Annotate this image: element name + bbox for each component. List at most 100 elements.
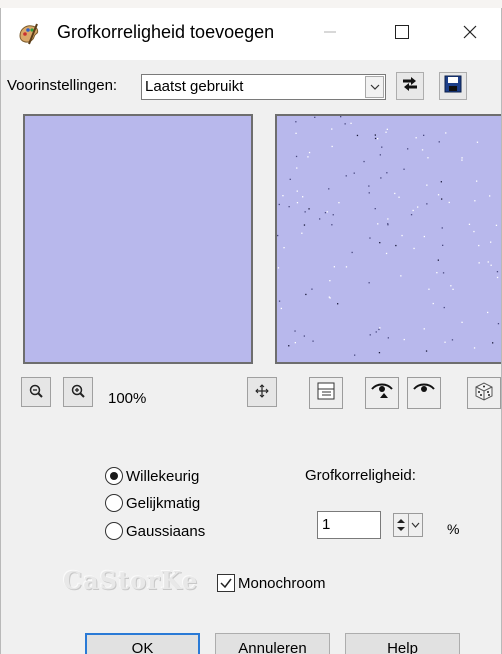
grain-speck xyxy=(432,302,434,305)
monochrome-label: Monochroom xyxy=(238,574,326,592)
grain-speck xyxy=(478,262,480,264)
grain-speck xyxy=(369,334,371,336)
pan-button[interactable] xyxy=(247,377,277,407)
grain-spinner[interactable] xyxy=(393,513,423,537)
grain-speck xyxy=(353,172,355,174)
grain-speck xyxy=(478,244,480,247)
reset-preset-button[interactable] xyxy=(396,72,424,100)
grain-speck xyxy=(307,156,309,158)
grain-speck xyxy=(451,339,454,341)
chevron-down-icon[interactable] xyxy=(365,76,384,98)
result-preview xyxy=(275,114,501,364)
grain-speck xyxy=(280,307,282,310)
grain-speck xyxy=(395,244,397,247)
grain-speck xyxy=(385,252,388,255)
grain-speck xyxy=(387,224,389,226)
background-strip xyxy=(0,0,502,8)
grain-speck xyxy=(288,206,290,208)
eye-arrow-icon xyxy=(370,381,394,406)
layout-icon xyxy=(316,381,336,406)
chevron-down-icon[interactable] xyxy=(409,514,422,536)
grain-input[interactable]: 1 xyxy=(317,511,381,539)
window-title: Grofkorreligheid toevoegen xyxy=(57,22,275,42)
radio-dot[interactable] xyxy=(105,494,123,512)
preview-on-image-button[interactable] xyxy=(365,377,399,409)
grain-speck xyxy=(295,132,297,134)
radio-dot-selected[interactable] xyxy=(105,467,123,485)
grain-speck xyxy=(476,141,479,143)
grain-unit: % xyxy=(447,521,460,537)
maximize-button[interactable] xyxy=(379,16,425,52)
presets-value: Laatst gebruikt xyxy=(145,78,244,95)
minimize-icon xyxy=(323,25,337,44)
grain-speck xyxy=(305,293,307,296)
grain-speck xyxy=(319,218,321,220)
grain-speck xyxy=(415,137,417,139)
grain-speck xyxy=(311,288,313,290)
grain-speck xyxy=(437,194,440,196)
grain-speck xyxy=(296,202,299,204)
grain-speck xyxy=(436,272,438,274)
grain-speck xyxy=(438,141,440,143)
grain-speck xyxy=(312,340,314,342)
grain-speck xyxy=(468,223,471,225)
grain-label: Grofkorreligheid: xyxy=(305,467,416,484)
grain-speck xyxy=(340,116,342,118)
grain-speck xyxy=(379,242,381,244)
grain-speck xyxy=(344,123,346,125)
grain-speck xyxy=(304,211,306,213)
radio-willekeurig[interactable]: Willekeurig xyxy=(105,467,199,485)
grain-speck xyxy=(487,261,489,263)
grain-speck xyxy=(427,157,429,159)
ok-button[interactable]: OK xyxy=(85,633,200,654)
monochrome-checkbox[interactable]: Monochroom xyxy=(217,574,326,592)
zoom-level: 100% xyxy=(108,390,147,407)
auto-proof-button[interactable] xyxy=(407,377,441,409)
grain-speck xyxy=(329,280,331,282)
grain-speck xyxy=(496,276,499,279)
grain-speck xyxy=(490,241,492,243)
grain-speck xyxy=(378,352,381,354)
preview-layout-button[interactable] xyxy=(309,377,343,409)
grain-speck xyxy=(417,206,419,208)
grain-speck xyxy=(301,232,303,234)
checkbox-box[interactable] xyxy=(217,574,235,592)
grain-speckles xyxy=(277,116,500,356)
presets-dropdown[interactable]: Laatst gebruikt xyxy=(141,74,386,100)
cancel-button[interactable]: Annuleren xyxy=(215,633,330,654)
grain-speck xyxy=(487,311,489,314)
radio-gelijkmatig[interactable]: Gelijkmatig xyxy=(105,494,200,512)
grain-speck xyxy=(425,350,428,352)
grain-speck xyxy=(294,330,296,332)
grain-speck xyxy=(277,234,279,237)
save-preset-button[interactable] xyxy=(439,72,467,100)
randomize-button[interactable] xyxy=(467,377,501,409)
minimize-button[interactable] xyxy=(307,16,353,52)
stepper-arrows-icon[interactable] xyxy=(394,514,409,536)
help-button[interactable]: Help xyxy=(345,633,460,654)
grain-speck xyxy=(444,341,446,343)
close-button[interactable] xyxy=(447,16,493,52)
grain-speck xyxy=(369,237,371,239)
grain-speck xyxy=(308,208,310,210)
radio-label: Gaussiaans xyxy=(126,522,206,540)
zoom-out-button[interactable] xyxy=(21,377,51,407)
grain-speck xyxy=(331,145,333,148)
checkmark-icon xyxy=(220,578,232,589)
grain-speck xyxy=(277,267,280,269)
grain-speck xyxy=(412,209,414,212)
grain-speck xyxy=(338,202,340,204)
grain-speck xyxy=(496,271,499,273)
zoom-in-button[interactable] xyxy=(63,377,93,407)
grain-speck xyxy=(354,354,356,356)
close-icon xyxy=(462,24,478,45)
radio-dot[interactable] xyxy=(105,522,123,540)
grain-speck xyxy=(403,338,405,341)
grain-speck xyxy=(428,288,430,290)
grain-speck xyxy=(423,235,425,238)
grain-speck xyxy=(363,160,365,163)
radio-gaussiaans[interactable]: Gaussiaans xyxy=(105,522,205,540)
grain-speck xyxy=(314,116,316,118)
grain-speck xyxy=(324,212,327,214)
grain-speck xyxy=(308,151,311,154)
